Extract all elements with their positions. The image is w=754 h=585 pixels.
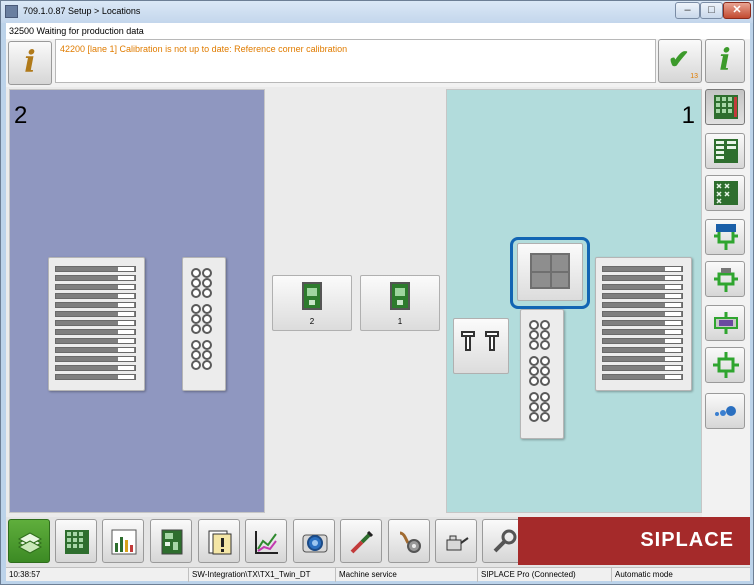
info-icon: i — [24, 45, 36, 80]
head-pin-icon — [485, 331, 499, 361]
camera-green-icon — [714, 224, 738, 250]
wrench-icon — [493, 529, 517, 553]
status-bar: 10:38:57 SW-Integration\TX\TX1_Twin_DT M… — [6, 567, 750, 582]
head-pin-icon — [461, 331, 475, 361]
placement-heads-button[interactable] — [453, 318, 509, 374]
nozzle-blue-icon — [715, 406, 736, 416]
head-green-icon — [714, 268, 738, 292]
siplace-logo: SIPLACE — [518, 517, 750, 565]
feeder-table-icon — [714, 95, 738, 119]
nozzle-changer-left[interactable] — [182, 257, 226, 391]
station-path: SW-Integration\TX\TX1_Twin_DT — [188, 568, 335, 582]
close-button[interactable]: ✕ — [723, 2, 751, 19]
window-title: 709.1.0.87 Setup > Locations — [23, 6, 141, 16]
acknowledge-button[interactable]: ✔ 13 — [658, 39, 702, 83]
message-box: 42200 [lane 1] Calibration is not up to … — [55, 39, 656, 83]
message-row: i 42200 [lane 1] Calibration is not up t… — [6, 39, 750, 87]
maintenance-button[interactable] — [435, 519, 477, 563]
lane-number: 1 — [681, 102, 695, 129]
board-button-1[interactable]: 1 — [360, 275, 440, 331]
info-button-large[interactable]: i — [705, 39, 745, 83]
feeder-table-left[interactable] — [48, 257, 145, 391]
feeder-table-right[interactable] — [595, 257, 692, 391]
nozzle-icon — [191, 268, 221, 376]
bar-chart-icon — [111, 529, 137, 555]
camera-setup-button[interactable] — [705, 219, 745, 255]
component-green-icon — [713, 352, 739, 378]
oil-can-icon — [446, 535, 469, 551]
board-button-2[interactable]: 2 — [272, 275, 352, 331]
feeder-cross-icon — [714, 181, 738, 205]
stack-icon — [17, 532, 43, 554]
board-green-icon — [714, 312, 738, 334]
board-icon — [161, 529, 183, 555]
trend-button[interactable] — [245, 519, 287, 563]
feeder-list-button[interactable] — [705, 133, 745, 169]
mode-status: Automatic mode — [611, 568, 750, 582]
nozzle-changer-right[interactable] — [520, 309, 564, 439]
ack-count: 13 — [690, 73, 698, 80]
feeder-slots — [55, 266, 136, 383]
nozzle-setup-button[interactable] — [705, 393, 745, 429]
brand-text: SIPLACE — [640, 529, 734, 551]
locations-view: 2 1 2 1 — [6, 87, 702, 517]
minimize-button[interactable]: – — [675, 2, 700, 19]
connection-status: SIPLACE Pro (Connected) — [477, 568, 611, 582]
clock: 10:38:57 — [9, 570, 41, 579]
bottom-toolbar: SIPLACE — [6, 517, 750, 567]
pcb-board-icon — [302, 282, 322, 310]
hand-gear-icon — [399, 531, 421, 553]
pcb-board-icon — [390, 282, 410, 310]
vision-button[interactable] — [293, 519, 335, 563]
feeder-table-button[interactable] — [705, 89, 745, 125]
lane-number: 2 — [14, 102, 28, 129]
tools-button[interactable] — [340, 519, 382, 563]
tool-icon — [350, 530, 374, 554]
nozzle-icon — [529, 320, 559, 428]
head-setup-button[interactable] — [705, 261, 745, 297]
info-button[interactable]: i — [8, 41, 52, 85]
production-button[interactable] — [8, 519, 50, 563]
camera-grid-icon — [530, 253, 570, 289]
line-chart-icon — [255, 531, 278, 554]
setup-button[interactable] — [55, 519, 97, 563]
feeder-cross-button[interactable] — [705, 175, 745, 211]
checkmark-icon: ✔ — [668, 44, 690, 74]
service-button[interactable] — [388, 519, 430, 563]
reports-button[interactable] — [198, 519, 240, 563]
info-icon: i — [719, 43, 731, 78]
feeder-list-icon — [714, 139, 738, 163]
board-label: 1 — [397, 317, 403, 326]
camera-icon — [302, 534, 328, 553]
app-icon — [5, 5, 18, 18]
maximize-button[interactable]: □ — [700, 2, 723, 19]
board-label: 2 — [309, 317, 315, 326]
component-setup-button[interactable] — [705, 347, 745, 383]
board-setup-button[interactable] — [705, 305, 745, 341]
service-status: Machine service — [335, 568, 477, 582]
clipboard-warning-icon — [208, 530, 232, 555]
feeder-slots — [602, 266, 683, 383]
grid-icon — [65, 530, 89, 554]
message-text: 42200 [lane 1] Calibration is not up to … — [60, 44, 348, 54]
board-view-button[interactable] — [150, 519, 192, 563]
status-line: 32500 Waiting for production data — [6, 23, 750, 39]
client-area: 32500 Waiting for production data i 4220… — [6, 23, 750, 582]
title-bar: 709.1.0.87 Setup > Locations – □ ✕ — [1, 1, 753, 23]
camera-button[interactable] — [517, 243, 583, 301]
application-window: 709.1.0.87 Setup > Locations – □ ✕ 32500… — [0, 0, 754, 585]
right-toolbar: i — [703, 23, 750, 517]
statistics-button[interactable] — [102, 519, 144, 563]
